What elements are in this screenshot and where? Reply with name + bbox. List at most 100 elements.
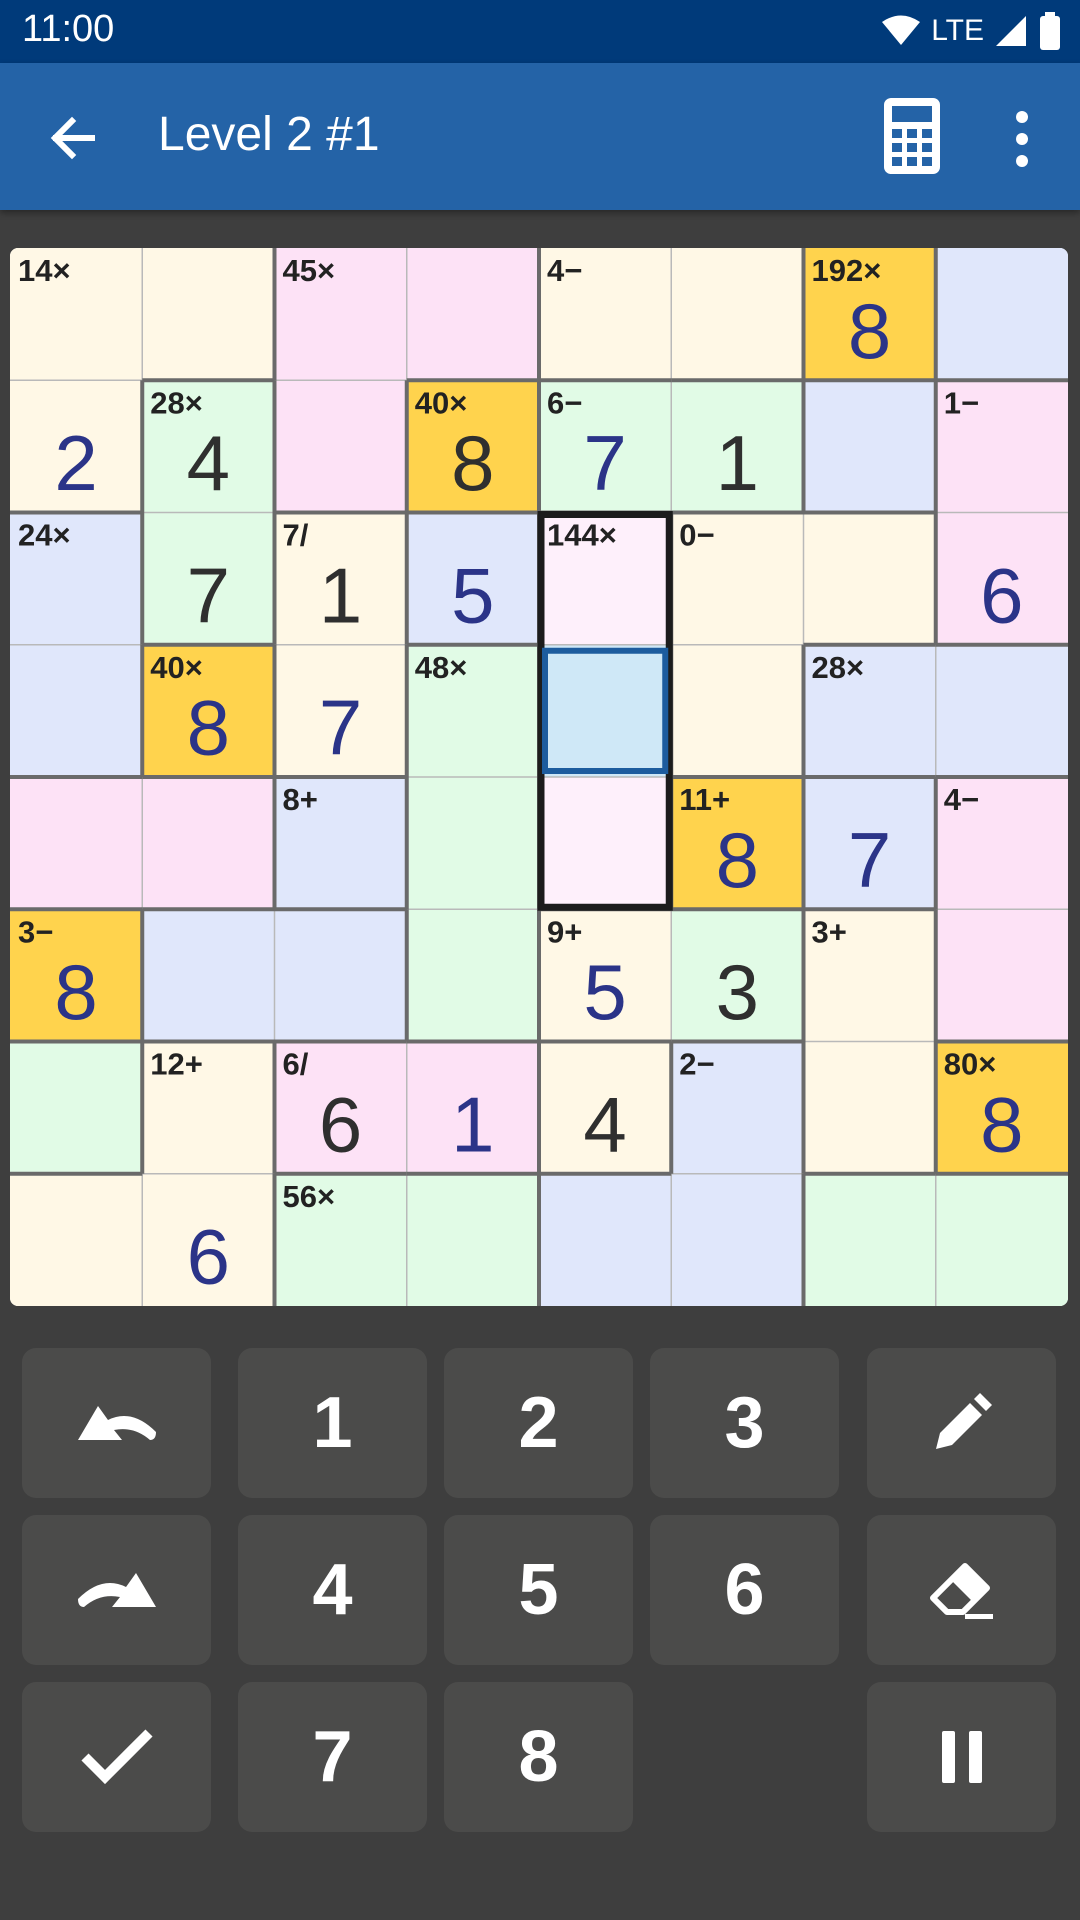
puzzle-board: 14× 45× 4− 192× 28× 40× 6− 1− 24× 7/144× 0− 40× 48× 2… — [10, 248, 1068, 1306]
redo-button[interactable] — [22, 1515, 211, 1665]
digit-button-6[interactable]: 6 — [650, 1515, 839, 1665]
grid-cell[interactable] — [671, 644, 804, 777]
grid-cell[interactable] — [10, 1173, 143, 1306]
puzzle-grid[interactable]: 14× 45× 4− 192× 28× 40× 6− 1− 24× 7/144× 0− 40× 48× 2… — [10, 248, 1068, 1306]
cage-clue: 4− — [547, 253, 582, 288]
cage-clue: 48× — [415, 650, 468, 685]
grid-cell[interactable] — [142, 248, 275, 381]
grid-cell[interactable] — [935, 1173, 1068, 1306]
pencil-icon — [935, 1393, 992, 1449]
undo-button[interactable] — [22, 1348, 211, 1498]
grid-cell[interactable] — [803, 1173, 936, 1306]
cage-clue: 28× — [150, 385, 203, 420]
signal-icon — [996, 16, 1026, 46]
grid-cell[interactable] — [803, 1041, 936, 1174]
network-label: LTE — [931, 14, 984, 47]
cell-value: 8 — [716, 816, 759, 904]
digit-button-7[interactable]: 7 — [238, 1682, 427, 1832]
cage-clue: 0− — [679, 518, 714, 553]
grid-cell[interactable] — [935, 248, 1068, 381]
cell-value: 4 — [583, 1080, 626, 1168]
cell-value: 6 — [980, 551, 1023, 639]
undo-icon — [77, 1406, 156, 1440]
cage-clue: 6/ — [283, 1047, 309, 1082]
cage-clue: 24× — [18, 518, 71, 553]
grid-cell[interactable] — [539, 777, 672, 910]
digit-button-3[interactable]: 3 — [650, 1348, 839, 1498]
grid-cell[interactable] — [274, 380, 407, 513]
keypad: 1 2 3 4 5 6 7 8 — [0, 1340, 1080, 1920]
grid-cell[interactable] — [406, 909, 539, 1042]
grid-cell[interactable] — [539, 1173, 672, 1306]
grid-cell[interactable] — [406, 777, 539, 910]
status-time: 11:00 — [22, 8, 115, 50]
digit-button-2[interactable]: 2 — [444, 1348, 633, 1498]
cell-value: 1 — [716, 419, 759, 507]
grid-cell[interactable] — [803, 380, 936, 513]
app-bar: Level 2 #1 — [0, 63, 1080, 210]
wifi-icon — [882, 15, 921, 45]
digit-button-5[interactable]: 5 — [444, 1515, 633, 1665]
pause-icon — [941, 1731, 982, 1783]
grid-cell[interactable] — [935, 909, 1068, 1042]
cage-clue: 40× — [415, 385, 468, 420]
cell-value: 4 — [187, 419, 230, 507]
grid-cell[interactable] — [935, 644, 1068, 777]
cage-clue: 28× — [812, 650, 865, 685]
more-vertical-icon[interactable] — [1004, 109, 1040, 169]
cell-value: 8 — [54, 948, 97, 1036]
check-button[interactable] — [22, 1682, 211, 1832]
cage-clue: 1− — [944, 385, 979, 420]
cage-clue: 56× — [283, 1179, 336, 1214]
cell-value: 3 — [716, 948, 759, 1036]
cage-clue: 192× — [812, 253, 882, 288]
cage-clue: 11+ — [679, 782, 730, 817]
cage-clue: 6− — [547, 385, 582, 420]
check-icon — [80, 1729, 153, 1785]
cage-clue: 144× — [547, 518, 617, 553]
grid-cell[interactable] — [274, 909, 407, 1042]
grid-cell[interactable] — [10, 777, 143, 910]
eraser-icon — [929, 1563, 993, 1619]
cell-value: 1 — [451, 1080, 494, 1168]
cage-clue: 14× — [18, 253, 71, 288]
cage-clue: 80× — [944, 1047, 997, 1082]
eraser-button[interactable] — [867, 1515, 1056, 1665]
grid-cell[interactable] — [10, 644, 143, 777]
cell-value: 8 — [451, 419, 494, 507]
grid-cell[interactable] — [10, 1041, 143, 1174]
cage-clue: 40× — [150, 650, 203, 685]
cage-clue: 12+ — [150, 1047, 203, 1082]
pencil-button[interactable] — [867, 1348, 1056, 1498]
digit-button-1[interactable]: 1 — [238, 1348, 427, 1498]
pause-button[interactable] — [867, 1682, 1056, 1832]
grid-cell[interactable] — [539, 644, 672, 777]
cage-clue: 4− — [944, 782, 979, 817]
cell-value: 8 — [980, 1080, 1023, 1168]
redo-icon — [77, 1573, 156, 1607]
grid-cell[interactable] — [803, 512, 936, 645]
grid-cell[interactable] — [142, 777, 275, 910]
grid-cell[interactable] — [671, 1173, 804, 1306]
grid-cell[interactable] — [406, 248, 539, 381]
digit-button-8[interactable]: 8 — [444, 1682, 633, 1832]
cell-value: 7 — [848, 816, 891, 904]
grid-cell[interactable] — [671, 248, 804, 381]
cell-value: 7 — [583, 419, 626, 507]
cell-value: 1 — [319, 551, 362, 639]
grid-cell[interactable] — [406, 1173, 539, 1306]
status-bar: 11:00 LTE — [0, 0, 1080, 63]
page-title: Level 2 #1 — [158, 108, 380, 161]
cell-value: 8 — [848, 287, 891, 375]
calculator-icon[interactable] — [884, 98, 940, 174]
cage-clue: 3+ — [812, 914, 847, 949]
digit-button-4[interactable]: 4 — [238, 1515, 427, 1665]
cell-value: 7 — [319, 684, 362, 772]
cell-value: 6 — [187, 1213, 230, 1301]
cell-value: 5 — [583, 948, 626, 1036]
arrow-left-icon[interactable] — [44, 108, 104, 168]
cage-clue: 8+ — [283, 782, 318, 817]
cage-clue: 3− — [18, 914, 53, 949]
cage-clue: 7/ — [283, 518, 309, 553]
grid-cell[interactable] — [142, 909, 275, 1042]
